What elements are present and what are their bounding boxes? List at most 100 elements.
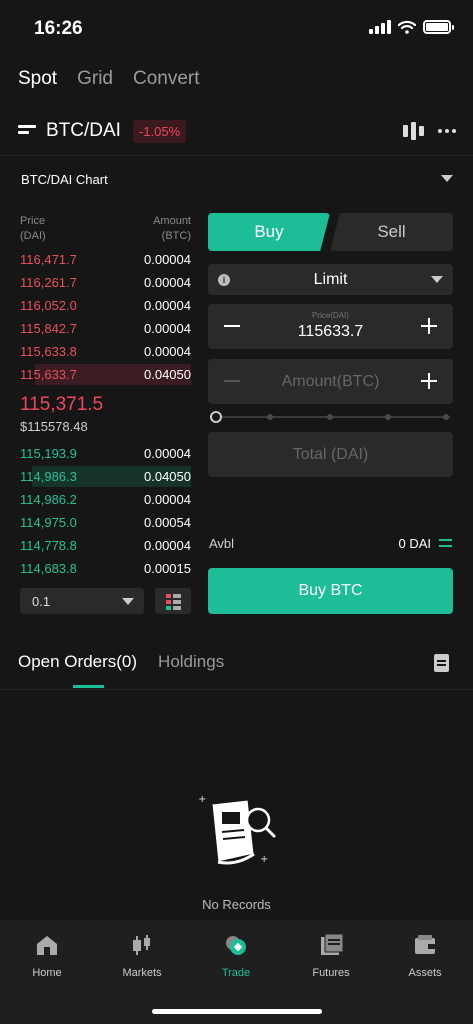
ask-row[interactable]: 116,052.0 0.00004 [20,294,191,317]
chevron-down-icon [431,276,443,283]
nav-futures[interactable]: Futures [296,933,366,979]
battery-icon [423,20,454,34]
last-price[interactable]: 115,371.5 [20,394,191,416]
tab-open-orders[interactable]: Open Orders(0) [18,652,137,672]
ask-price: 116,471.7 [20,252,77,267]
last-price-fiat: $115578.48 [20,419,88,434]
nav-home[interactable]: Home [12,934,82,979]
tab-spot[interactable]: Spot [18,68,57,90]
bid-price: 115,193.9 [20,446,77,461]
transfer-icon[interactable] [439,537,453,549]
divider [0,689,473,690]
status-icons [369,20,454,34]
slider-track [216,416,450,418]
slider-handle[interactable] [210,411,222,423]
bid-row[interactable]: 114,986.2 0.00004 [20,488,191,511]
nav-home-label: Home [32,967,62,979]
price-field-label: Price(DAI) [312,311,349,320]
futures-icon [321,933,344,955]
home-indicator [152,1009,322,1014]
order-history-icon[interactable] [434,654,449,672]
order-type-label: Limit [313,271,348,288]
bid-amount: 0.00004 [144,446,191,461]
bid-row[interactable]: 114,778.8 0.00004 [20,534,191,557]
orders-tabs: Open Orders(0) Holdings [18,652,224,672]
chart-toggle[interactable]: BTC/DAI Chart [21,172,453,187]
nav-markets-label: Markets [122,967,162,979]
total-field[interactable]: Total (DAI) [208,432,453,477]
ask-amount: 0.00004 [144,275,191,290]
nav-assets[interactable]: Assets [390,934,460,979]
buy-btc-button[interactable]: Buy BTC [208,568,453,614]
layout-icon-ask [166,594,171,598]
amount-placeholder[interactable]: Amount(BTC) [208,373,453,391]
ask-price: 116,261.7 [20,275,77,290]
ask-amount: 0.04050 [144,367,191,382]
layout-icon-ask [166,600,171,604]
buy-tab[interactable]: Buy [208,213,330,251]
pair-menu-icon[interactable] [18,125,36,137]
layout-icon-line [173,600,181,604]
nav-trade[interactable]: Trade [201,934,271,979]
slider-step[interactable] [327,414,333,420]
amount-slider[interactable] [210,410,450,424]
header-icons [403,122,456,140]
sell-tab[interactable]: Sell [330,213,453,251]
order-book: Price (DAI) Amount (BTC) 116,471.7 0.0000… [20,214,191,580]
nav-trade-label: Trade [221,967,251,979]
bid-amount: 0.00015 [144,561,191,576]
ask-row[interactable]: 115,842.7 0.00004 [20,317,191,340]
slider-step[interactable] [267,414,273,420]
signal-icon [369,20,391,34]
bid-price: 114,986.3 [20,469,77,484]
ask-row[interactable]: 116,261.7 0.00004 [20,271,191,294]
ask-row[interactable]: 116,471.7 0.00004 [20,248,191,271]
tab-convert[interactable]: Convert [133,68,200,90]
bid-list: 115,193.9 0.00004 114,986.3 0.04050 114,98… [20,442,191,580]
ask-row[interactable]: 115,633.7 0.04050 [20,363,191,386]
order-type-select[interactable]: i Limit [208,264,453,295]
status-bar: 16:26 [0,0,473,56]
amount-field[interactable]: Amount(BTC) [208,359,453,404]
bid-amount: 0.00004 [144,492,191,507]
slider-step[interactable] [443,414,449,420]
ask-amount: 0.00004 [144,321,191,336]
price-field[interactable]: Price(DAI) 115633.7 [208,304,453,349]
active-tab-indicator [73,685,104,688]
ask-row[interactable]: 115,633.8 0.00004 [20,340,191,363]
nav-markets[interactable]: Markets [107,934,177,979]
bid-price: 114,975.0 [20,515,77,530]
divider [0,155,473,156]
bid-row[interactable]: 114,975.0 0.00054 [20,511,191,534]
slider-step[interactable] [385,414,391,420]
pair-name[interactable]: BTC/DAI [46,120,121,142]
ask-amount: 0.00004 [144,298,191,313]
price-value[interactable]: 115633.7 [208,323,453,341]
bid-amount: 0.04050 [144,469,191,484]
markets-icon [133,935,150,955]
precision-select[interactable]: 0.1 [20,588,144,614]
amount-unit: (BTC) [161,230,191,242]
order-book-header: Price (DAI) Amount (BTC) [20,214,191,244]
svg-text:+: + [260,854,268,865]
bid-row[interactable]: 114,986.3 0.04050 [20,465,191,488]
bid-amount: 0.00004 [144,538,191,553]
svg-text:+: + [198,794,206,805]
tab-grid[interactable]: Grid [77,68,113,90]
candlestick-chart-icon[interactable] [403,122,424,140]
wifi-icon [398,20,416,34]
book-layout-button[interactable] [155,588,191,614]
bid-row[interactable]: 114,683.8 0.00015 [20,557,191,580]
home-icon [37,936,57,955]
more-icon[interactable] [438,129,456,133]
available-balance: Avbl 0 DAI [209,536,453,551]
no-records-icon: + + [198,794,276,865]
ask-price: 115,633.7 [20,367,77,382]
total-placeholder[interactable]: Total (DAI) [208,446,453,464]
tab-holdings[interactable]: Holdings [158,652,224,672]
chart-toggle-label: BTC/DAI Chart [21,172,108,187]
bid-row[interactable]: 115,193.9 0.00004 [20,442,191,465]
nav-assets-label: Assets [408,967,442,979]
no-records-label: No Records [202,897,271,912]
amount-header: Amount [153,215,191,227]
